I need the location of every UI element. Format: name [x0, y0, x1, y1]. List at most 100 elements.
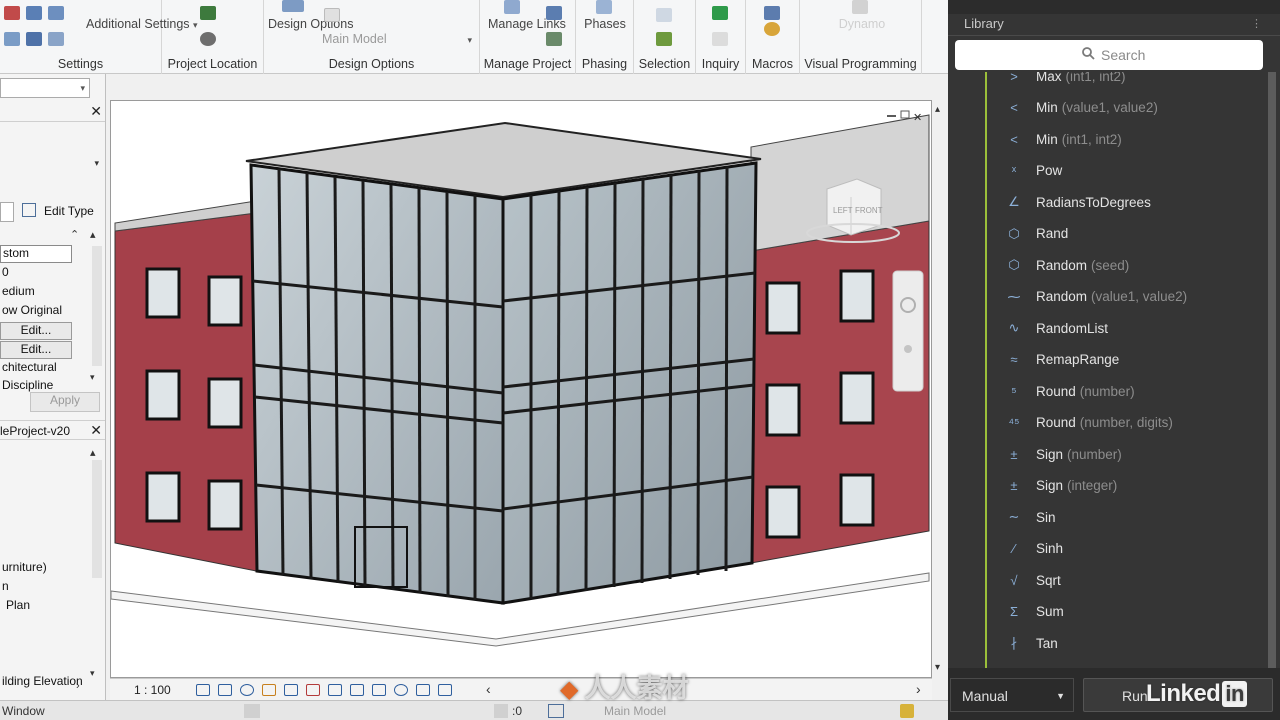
- navigation-bar[interactable]: [892, 270, 924, 392]
- load-selection-icon[interactable]: [656, 32, 672, 46]
- close-icon[interactable]: ✕: [90, 103, 102, 120]
- library-node-name: Sign: [1036, 478, 1064, 493]
- library-node[interactable]: ∼ Sin: [1004, 507, 1060, 527]
- shadows-icon[interactable]: [262, 684, 276, 696]
- filter-icon[interactable]: [900, 704, 914, 718]
- browser-scrollbar[interactable]: [92, 460, 102, 578]
- status-design-option[interactable]: Main Model: [604, 704, 666, 718]
- shared-parameters-icon[interactable]: [4, 32, 20, 46]
- browser-item[interactable]: Plan: [6, 598, 30, 612]
- filter-dropdown[interactable]: [0, 202, 14, 222]
- library-node-args: (integer): [1067, 478, 1118, 493]
- snaps-icon[interactable]: [4, 6, 20, 20]
- property-value-field[interactable]: stom: [0, 245, 72, 263]
- 3d-viewport[interactable]: LEFT FRONT ✕: [110, 100, 932, 678]
- scroll-up-icon[interactable]: ▴: [90, 446, 96, 459]
- library-node[interactable]: ± Sign (integer): [1004, 476, 1117, 496]
- library-node[interactable]: < Min (value1, value2): [1004, 98, 1158, 118]
- design-options-status-icon[interactable]: [548, 704, 564, 718]
- edit-button[interactable]: Edit...: [0, 322, 72, 340]
- scroll-down-icon[interactable]: ▾: [90, 668, 95, 679]
- view-scale[interactable]: 1 : 100: [134, 683, 171, 697]
- analytical-model-icon[interactable]: [394, 684, 408, 696]
- coordinates-icon[interactable]: [200, 32, 216, 46]
- browser-item[interactable]: ilding Elevation: [2, 674, 83, 688]
- manage-images-icon[interactable]: [546, 6, 562, 20]
- close-icon[interactable]: ✕: [90, 422, 102, 439]
- project-parameters-icon[interactable]: [48, 6, 64, 20]
- worksets-icon[interactable]: [244, 704, 260, 718]
- save-selection-icon[interactable]: [656, 8, 672, 22]
- library-node[interactable]: ∕ Sinh: [1004, 539, 1067, 559]
- temporary-hide-icon[interactable]: [350, 684, 364, 696]
- library-node[interactable]: Σ Sum: [1004, 602, 1068, 622]
- location-icon[interactable]: [200, 6, 216, 20]
- sun-path-icon[interactable]: [240, 684, 254, 696]
- library-node[interactable]: √ Sqrt: [1004, 570, 1065, 590]
- macro-manager-icon[interactable]: [764, 6, 780, 20]
- scroll-right-icon[interactable]: ›: [916, 681, 921, 697]
- browser-item[interactable]: n: [2, 579, 9, 593]
- library-node[interactable]: ∠ RadiansToDegrees: [1004, 192, 1155, 212]
- visual-style-icon[interactable]: [218, 684, 232, 696]
- editable-only-icon[interactable]: [494, 704, 508, 718]
- type-selector[interactable]: ▾: [0, 78, 90, 98]
- library-node[interactable]: ⁓ Random (value1, value2): [1004, 287, 1188, 307]
- ribbon-group-selection: Selection: [634, 0, 696, 74]
- detail-level-icon[interactable]: [196, 684, 210, 696]
- purge-icon[interactable]: [48, 32, 64, 46]
- library-node[interactable]: ⬡ Random (seed): [1004, 255, 1129, 275]
- scroll-up-icon[interactable]: ▴: [90, 228, 96, 241]
- manage-links-button[interactable]: Manage Links: [488, 17, 566, 32]
- library-node-name: Sinh: [1036, 541, 1064, 556]
- additional-settings-button[interactable]: Additional Settings ▾: [86, 17, 198, 33]
- macro-security-icon[interactable]: [764, 22, 780, 36]
- show-crop-icon[interactable]: [306, 684, 320, 696]
- library-scrollbar[interactable]: [1268, 72, 1276, 668]
- library-node[interactable]: ± Sign (number): [1004, 444, 1121, 464]
- properties-scrollbar[interactable]: [92, 246, 102, 366]
- library-node-name: Round: [1036, 383, 1076, 399]
- scroll-up-icon[interactable]: ▴: [935, 104, 940, 115]
- design-options-button[interactable]: Design Options: [268, 17, 353, 32]
- library-node[interactable]: ⁴⁵ Round (number, digits): [1004, 413, 1173, 433]
- status-bar: Window :0 Main Model: [0, 700, 948, 720]
- phases-button[interactable]: Phases: [580, 17, 630, 32]
- chevron-down-icon[interactable]: ▾: [94, 158, 99, 169]
- library-node[interactable]: ⁵ Round (number): [1004, 381, 1134, 401]
- unlock-view-icon[interactable]: [328, 684, 342, 696]
- library-node[interactable]: ∤ Tan: [1004, 633, 1062, 653]
- warnings-icon[interactable]: [712, 6, 728, 20]
- library-menu-icon[interactable]: ⋮: [1251, 17, 1262, 30]
- scroll-left-icon[interactable]: ‹: [486, 681, 491, 697]
- crop-view-icon[interactable]: [284, 684, 298, 696]
- scroll-right-icon[interactable]: ›: [76, 680, 80, 692]
- dynamo-button[interactable]: Dynamo: [830, 17, 894, 32]
- search-icon: [1082, 47, 1095, 60]
- transfer-standards-icon[interactable]: [26, 32, 42, 46]
- library-node[interactable]: ⬡ Rand: [1004, 224, 1072, 244]
- scroll-down-icon[interactable]: ▾: [90, 372, 95, 383]
- active-design-option-select[interactable]: Main Model ▾: [322, 32, 472, 46]
- ids-icon[interactable]: [712, 32, 728, 46]
- run-mode-select[interactable]: Manual ▼: [950, 678, 1074, 712]
- browser-item[interactable]: urniture): [2, 560, 47, 574]
- scroll-down-icon[interactable]: ▾: [935, 662, 940, 673]
- collapse-icon[interactable]: ⌃: [70, 228, 79, 241]
- library-node[interactable]: ∿ RandomList: [1004, 318, 1112, 338]
- library-node[interactable]: ≈ RemapRange: [1004, 350, 1123, 370]
- viewport-scrollbar[interactable]: ▴ ▾: [932, 100, 948, 700]
- starting-view-icon[interactable]: [546, 32, 562, 46]
- apply-button[interactable]: Apply: [30, 392, 100, 412]
- edit-type-button[interactable]: Edit Type: [44, 204, 94, 218]
- project-info-icon[interactable]: [26, 6, 42, 20]
- library-node[interactable]: < Min (int1, int2): [1004, 129, 1122, 149]
- library-search-input[interactable]: Search: [955, 40, 1263, 70]
- edit-button[interactable]: Edit...: [0, 341, 72, 359]
- library-node[interactable]: ˣ Pow: [1004, 161, 1066, 181]
- reveal-constraints-icon[interactable]: [438, 684, 452, 696]
- library-node[interactable]: > Max (int1, int2): [1004, 72, 1125, 86]
- reveal-hidden-icon[interactable]: [372, 684, 386, 696]
- library-scroll-thumb[interactable]: [1268, 72, 1276, 668]
- highlight-displacement-icon[interactable]: [416, 684, 430, 696]
